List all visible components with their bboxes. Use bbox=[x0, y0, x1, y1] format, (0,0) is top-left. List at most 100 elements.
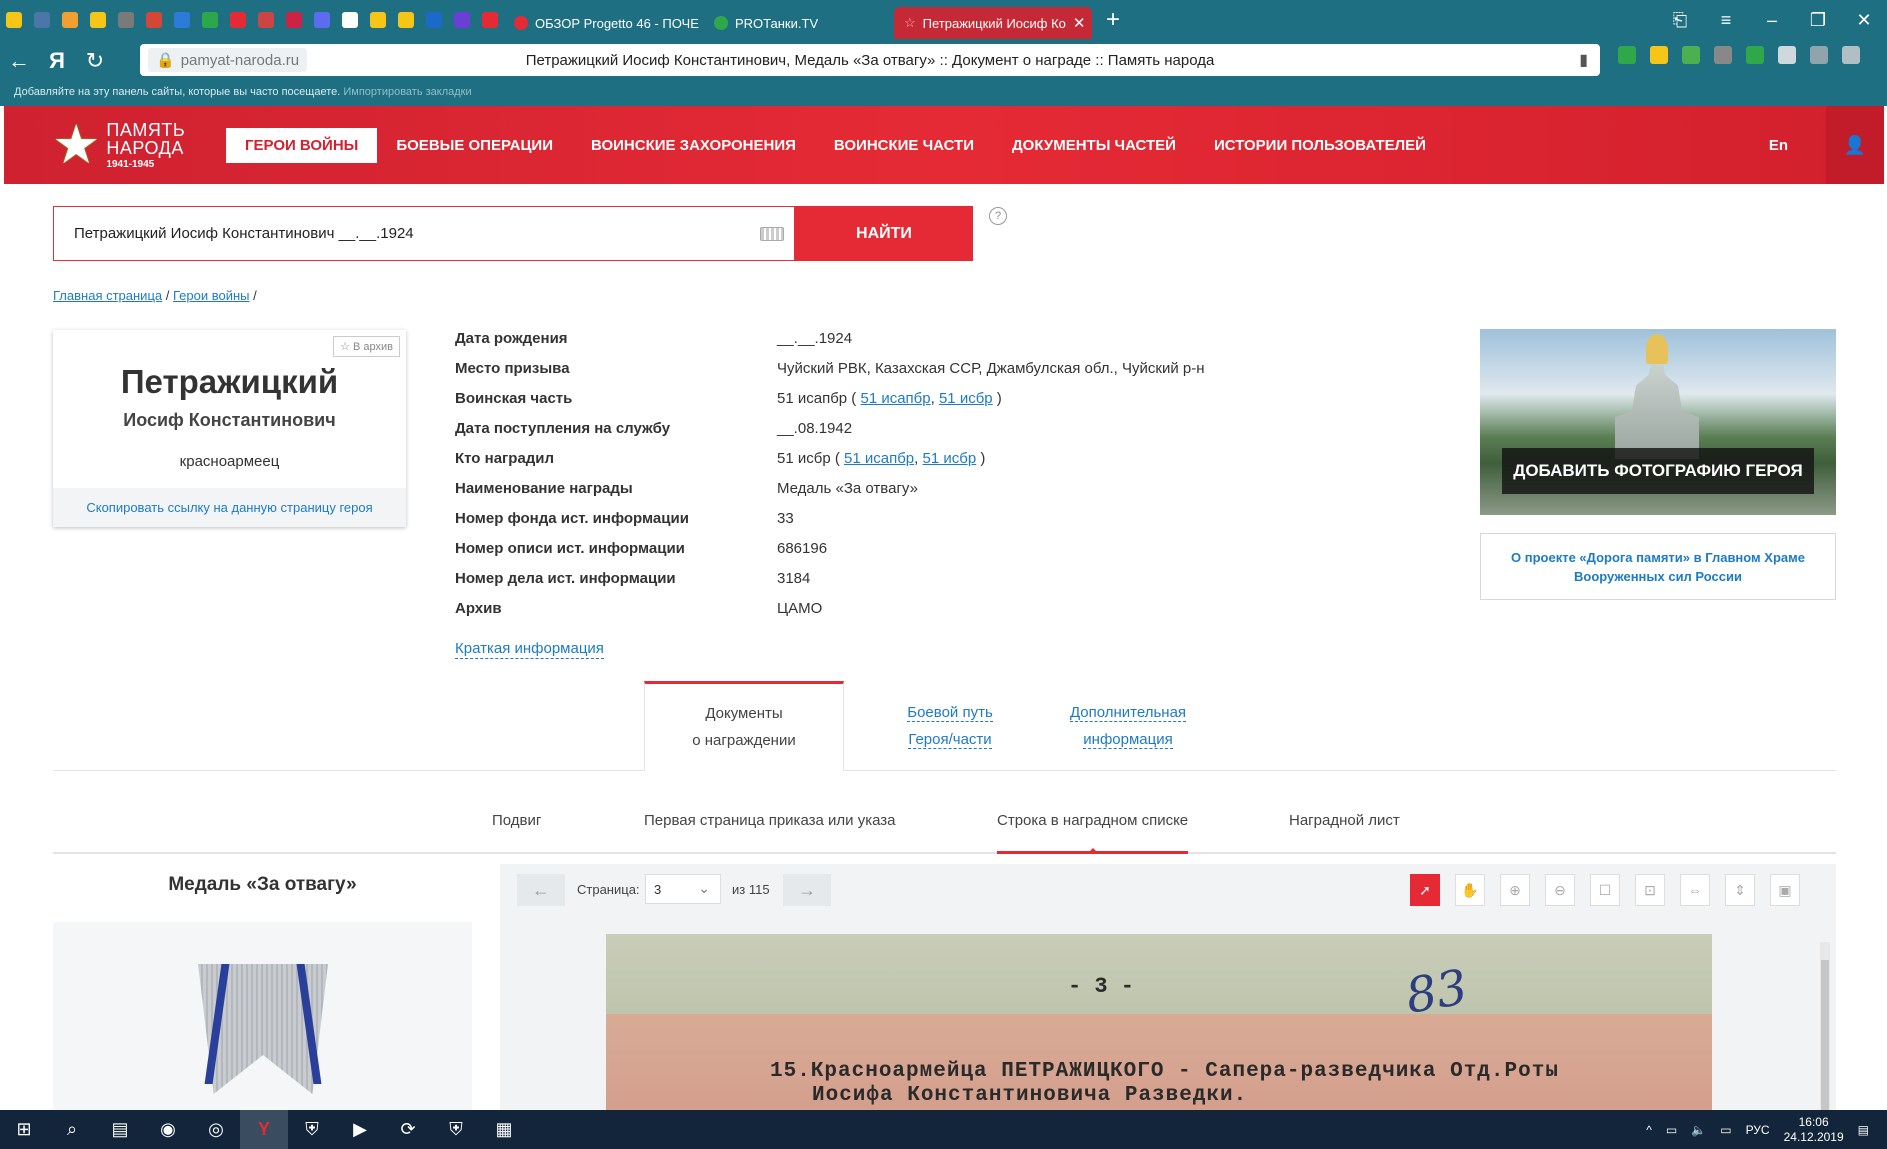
pinned-tab-icon[interactable] bbox=[0, 0, 28, 40]
menu-units[interactable]: ВОИНСКИЕ ЧАСТИ bbox=[815, 128, 993, 163]
fit-page-icon[interactable]: ☐ bbox=[1590, 874, 1620, 906]
restore-icon[interactable]: ❐ bbox=[1795, 10, 1841, 31]
pinned-tab-icon[interactable] bbox=[196, 0, 224, 40]
subtab-award-list-line[interactable]: Строка в наградном списке bbox=[997, 812, 1189, 854]
pinned-tab-icon[interactable] bbox=[84, 0, 112, 40]
brief-info-link[interactable]: Краткая информация bbox=[455, 640, 604, 659]
fit-width-icon[interactable]: ⇔ bbox=[1680, 874, 1710, 906]
next-page-button[interactable]: → bbox=[783, 874, 831, 906]
display-icon[interactable]: ▭ bbox=[1720, 1123, 1731, 1137]
road-of-memory-link[interactable]: О проекте «Дорога памяти» в Главном Храм… bbox=[1480, 533, 1836, 600]
import-bookmarks-link[interactable]: Импортировать закладки bbox=[343, 86, 471, 98]
zoom-in-icon[interactable]: ⊕ bbox=[1500, 874, 1530, 906]
copy-link-button[interactable]: Скопировать ссылку на данную страницу ге… bbox=[53, 488, 406, 527]
menu-user-stories[interactable]: ИСТОРИИ ПОЛЬЗОВАТЕЛЕЙ bbox=[1195, 128, 1445, 163]
site-logo[interactable]: ★ ПАМЯТЬ НАРОДА 1941-1945 bbox=[52, 118, 214, 172]
pinned-tab-icon[interactable] bbox=[308, 0, 336, 40]
yandex-icon[interactable]: Я bbox=[38, 48, 76, 74]
media-icon[interactable]: ▶ bbox=[336, 1110, 384, 1149]
zoom-out-icon[interactable]: ⊖ bbox=[1545, 874, 1575, 906]
keyboard-icon[interactable] bbox=[760, 227, 784, 241]
extension-icon[interactable] bbox=[1682, 46, 1700, 64]
extension-icon[interactable] bbox=[1810, 46, 1828, 64]
pinned-tab-icon[interactable] bbox=[336, 0, 364, 40]
extension-icon[interactable] bbox=[1650, 46, 1668, 64]
hand-tool-icon[interactable]: ✋ bbox=[1455, 874, 1485, 906]
reload-icon[interactable]: ↻ bbox=[76, 48, 114, 74]
pointer-tool-icon[interactable]: ➚ bbox=[1410, 874, 1440, 906]
back-icon[interactable]: ← bbox=[0, 48, 38, 74]
pinned-tab-icon[interactable] bbox=[56, 0, 84, 40]
prev-page-button[interactable]: ← bbox=[517, 874, 565, 906]
search-button[interactable]: НАЙТИ bbox=[795, 206, 973, 261]
breadcrumb-heroes[interactable]: Герои войны bbox=[173, 288, 250, 303]
unit-link-2[interactable]: 51 исбр bbox=[939, 390, 993, 407]
pinned-tab-icon[interactable] bbox=[392, 0, 420, 40]
pinned-tab-icon[interactable] bbox=[140, 0, 168, 40]
language-switch[interactable]: En bbox=[1769, 137, 1788, 154]
fit-height-icon[interactable]: ⇕ bbox=[1725, 874, 1755, 906]
scrollbar-thumb[interactable] bbox=[1821, 960, 1829, 1110]
tab-combat-path[interactable]: Боевой путь Героя/части bbox=[885, 681, 1015, 771]
save-icon[interactable]: ▣ bbox=[1770, 874, 1800, 906]
help-icon[interactable]: ? bbox=[989, 207, 1007, 225]
new-tab-button[interactable]: + bbox=[1092, 6, 1134, 34]
app-icon[interactable]: ▤ bbox=[96, 1110, 144, 1149]
user-icon[interactable]: 👤 bbox=[1826, 106, 1884, 184]
add-photo-banner[interactable]: ДОБАВИТЬ ФОТОГРАФИЮ ГЕРОЯ bbox=[1480, 329, 1836, 515]
pinned-tab-icon[interactable] bbox=[224, 0, 252, 40]
pinned-tab-icon[interactable] bbox=[112, 0, 140, 40]
app-icon[interactable]: ▦ bbox=[480, 1110, 528, 1149]
tray-chevron-icon[interactable]: ^ bbox=[1646, 1123, 1652, 1137]
awarder-link-1[interactable]: 51 исапбр bbox=[844, 450, 914, 467]
pinned-tab-icon[interactable] bbox=[252, 0, 280, 40]
clock[interactable]: 16:06 24.12.2019 bbox=[1784, 1115, 1844, 1145]
viewer-scrollbar[interactable] bbox=[1820, 942, 1830, 1112]
extension-icon[interactable] bbox=[1746, 46, 1764, 64]
close-window-icon[interactable]: ✕ bbox=[1841, 10, 1887, 31]
add-photo-button[interactable]: ДОБАВИТЬ ФОТОГРАФИЮ ГЕРОЯ bbox=[1502, 448, 1814, 494]
game-icon[interactable]: ⛨ bbox=[288, 1110, 336, 1149]
bookmarks-panel-icon[interactable]: ⎗ bbox=[1657, 10, 1703, 31]
menu-icon[interactable]: ≡ bbox=[1703, 10, 1749, 31]
awarder-link-2[interactable]: 51 исбр bbox=[923, 450, 977, 467]
close-tab-icon[interactable]: ✕ bbox=[1073, 14, 1086, 32]
tab-progetto[interactable]: ОБЗОР Progetto 46 - ПОЧЕ bbox=[504, 7, 704, 39]
unit-link-1[interactable]: 51 исапбр bbox=[860, 390, 930, 407]
pinned-tab-icon[interactable] bbox=[364, 0, 392, 40]
minimize-icon[interactable]: – bbox=[1749, 10, 1795, 31]
tab-protanki[interactable]: PROТанки.TV bbox=[704, 7, 894, 39]
subtab-award-sheet[interactable]: Наградной лист bbox=[1289, 812, 1400, 854]
network-icon[interactable]: ▭ bbox=[1666, 1123, 1677, 1137]
url-box[interactable]: Петражицкий Иосиф Константинович, Медаль… bbox=[140, 44, 1600, 76]
menu-operations[interactable]: БОЕВЫЕ ОПЕРАЦИИ bbox=[377, 128, 572, 163]
extension-icon[interactable] bbox=[1618, 46, 1636, 64]
menu-burials[interactable]: ВОИНСКИЕ ЗАХОРОНЕНИЯ bbox=[572, 128, 815, 163]
subtab-order-first-page[interactable]: Первая страница приказа или указа bbox=[644, 812, 895, 854]
game-icon[interactable]: ⛨ bbox=[432, 1110, 480, 1149]
tab-additional-info[interactable]: Дополнительная информация bbox=[1063, 681, 1193, 771]
tab-award-documents[interactable]: Документы о награждении bbox=[644, 681, 844, 771]
menu-unit-documents[interactable]: ДОКУМЕНТЫ ЧАСТЕЙ bbox=[993, 128, 1195, 163]
archive-button[interactable]: ☆ В архив bbox=[333, 336, 400, 357]
pinned-tab-icon[interactable] bbox=[448, 0, 476, 40]
subtab-feat[interactable]: Подвиг bbox=[492, 812, 541, 854]
search-field[interactable]: Петражицкий Иосиф Константинович __.__.1… bbox=[53, 206, 795, 261]
notifications-icon[interactable]: ▤ bbox=[1858, 1123, 1869, 1137]
discord-icon[interactable]: ◉ bbox=[144, 1110, 192, 1149]
volume-icon[interactable]: 🔈 bbox=[1691, 1123, 1706, 1137]
search-icon[interactable]: ⌕ bbox=[48, 1110, 96, 1149]
extension-icon[interactable] bbox=[1842, 46, 1860, 64]
pinned-tab-icon[interactable] bbox=[476, 0, 504, 40]
menu-heroes[interactable]: ГЕРОИ ВОЙНЫ bbox=[226, 127, 378, 163]
app-icon[interactable]: ⟳ bbox=[384, 1110, 432, 1149]
input-language[interactable]: РУС bbox=[1746, 1123, 1770, 1137]
tab-pamyat-active[interactable]: ☆ Петражицкий Иосиф Ко ✕ bbox=[894, 7, 1092, 39]
pinned-tab-icon[interactable] bbox=[420, 0, 448, 40]
breadcrumb-home[interactable]: Главная страница bbox=[53, 288, 162, 303]
yandex-browser-icon[interactable]: Y bbox=[240, 1110, 288, 1149]
pinned-tab-icon[interactable] bbox=[28, 0, 56, 40]
pinned-tab-icon[interactable] bbox=[280, 0, 308, 40]
bookmark-icon[interactable]: ▮ bbox=[1579, 50, 1588, 70]
extension-icon[interactable] bbox=[1778, 46, 1796, 64]
